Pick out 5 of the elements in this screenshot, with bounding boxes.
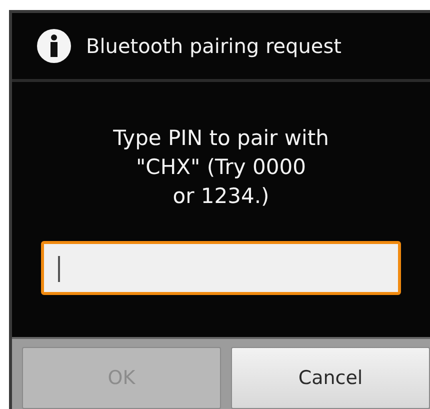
cancel-button[interactable]: Cancel [231,347,430,409]
dialog-message: Type PIN to pair with "CHX" (Try 0000 or 1234.) [113,125,329,210]
info-icon [36,28,72,64]
pin-input-field[interactable] [41,241,401,295]
dialog-title: Bluetooth pairing request [86,34,342,58]
